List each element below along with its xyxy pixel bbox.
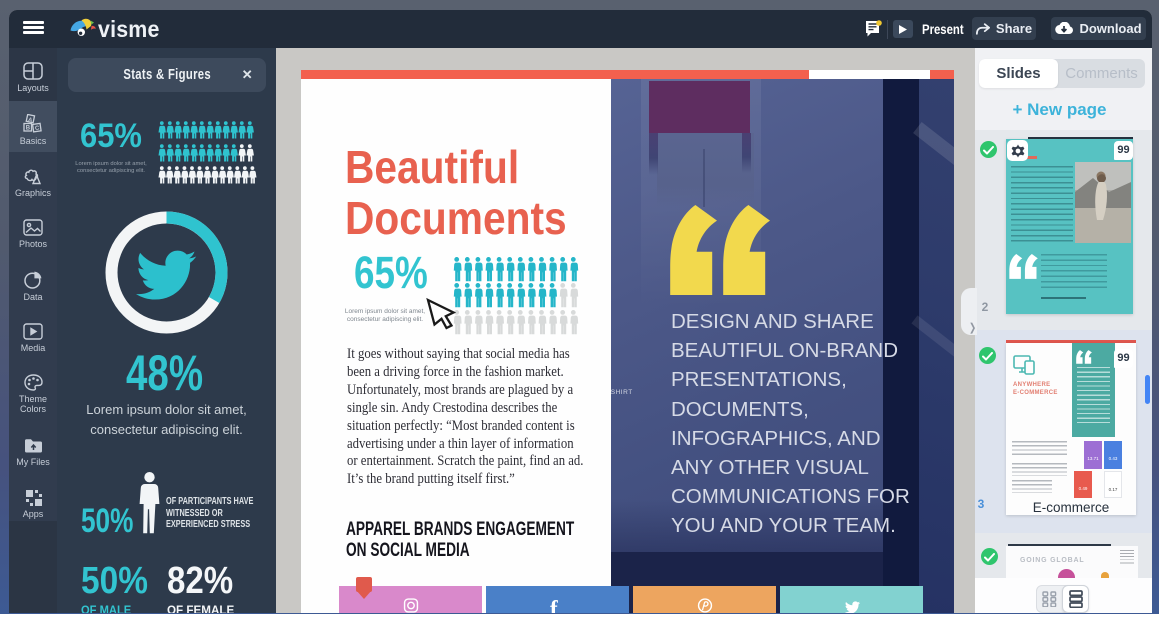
svg-text:C: C — [35, 125, 41, 132]
svg-text:B: B — [26, 126, 31, 132]
